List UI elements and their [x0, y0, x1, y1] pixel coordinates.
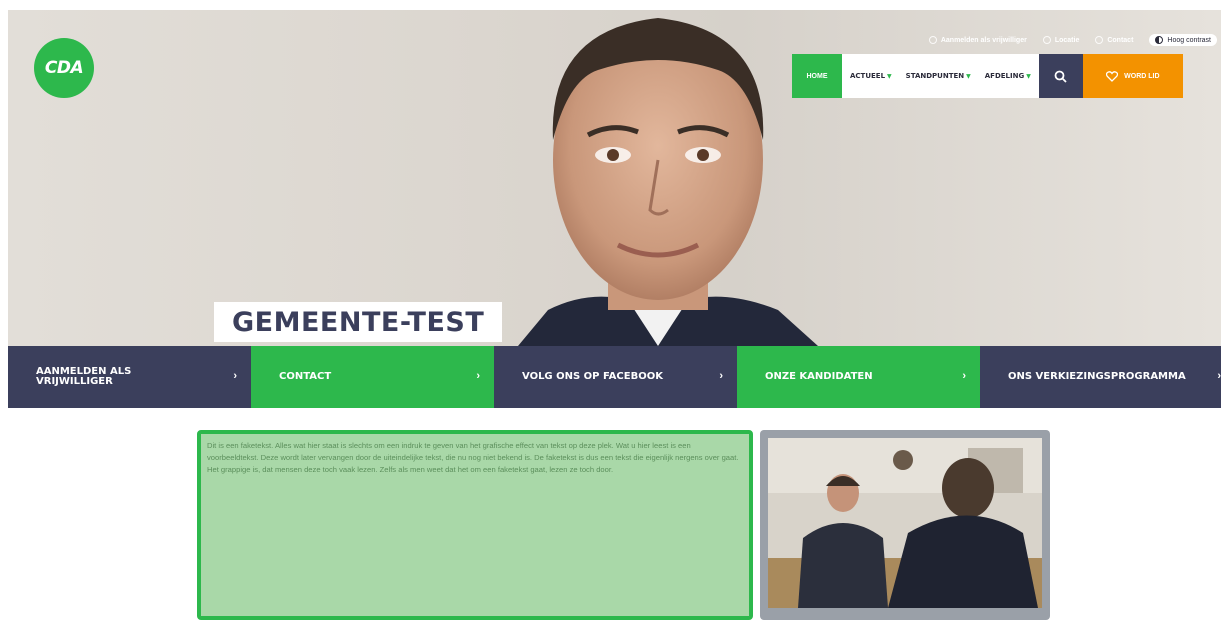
nav-afdeling[interactable]: AFDELING ▼ — [985, 72, 1031, 80]
nav-actueel[interactable]: ACTUEEL ▼ — [850, 72, 892, 80]
contrast-icon — [1155, 36, 1164, 44]
nav-actueel-label: ACTUEEL — [850, 72, 886, 80]
chevron-right-icon: › — [719, 370, 723, 382]
location-link[interactable]: Locatie — [1042, 36, 1080, 44]
search-button[interactable] — [1038, 54, 1083, 98]
tile-volunteer[interactable]: AANMELDEN ALS VRIJWILLIGER › — [8, 346, 251, 408]
chevron-down-icon: ▼ — [966, 72, 971, 80]
nav-home-label: HOME — [806, 72, 828, 80]
nav-menu-group: ACTUEEL ▼ STANDPUNTEN ▼ AFDELING ▼ — [842, 54, 1039, 98]
hero-portrait-image — [518, 18, 818, 346]
tile-contact[interactable]: CONTACT › — [251, 346, 494, 408]
tile-program[interactable]: ONS VERKIEZINGSPROGRAMMA › — [980, 346, 1221, 408]
tile-facebook[interactable]: VOLG ONS OP FACEBOOK › — [494, 346, 737, 408]
contact-link[interactable]: Contact — [1095, 36, 1133, 44]
location-pin-icon — [1042, 36, 1051, 44]
chevron-right-icon: › — [1217, 370, 1221, 382]
interview-photo — [768, 438, 1042, 608]
word-lid-label: WORD LID — [1124, 72, 1160, 80]
chevron-down-icon: ▼ — [1026, 72, 1031, 80]
heart-icon — [1106, 70, 1119, 82]
word-lid-button[interactable]: WORD LID — [1082, 54, 1183, 98]
hero-banner: CDA Aanmelden als vrijwilliger Locatie C… — [8, 10, 1221, 346]
volunteer-link-label: Aanmelden als vrijwilliger — [940, 36, 1027, 44]
main-navigation: HOME ACTUEEL ▼ STANDPUNTEN ▼ AFDELING ▼ WOR… — [792, 54, 1183, 98]
tile-label: CONTACT — [279, 371, 332, 382]
phone-icon — [1095, 36, 1104, 44]
contact-link-label: Contact — [1107, 36, 1134, 44]
tile-candidates[interactable]: ONZE KANDIDATEN › — [737, 346, 980, 408]
content-image-frame — [760, 430, 1050, 620]
utility-bar: Aanmelden als vrijwilliger Locatie Conta… — [928, 32, 1217, 48]
tile-label: ONS VERKIEZINGSPROGRAMMA — [1008, 371, 1186, 382]
high-contrast-label: Hoog contrast — [1167, 36, 1211, 44]
tile-label: AANMELDEN ALS VRIJWILLIGER — [36, 366, 132, 387]
nav-afdeling-label: AFDELING — [984, 72, 1025, 80]
cda-logo[interactable]: CDA — [34, 38, 94, 98]
logo-text: CDA — [44, 58, 84, 78]
nav-home[interactable]: HOME — [792, 54, 842, 98]
tile-label: VOLG ONS OP FACEBOOK — [522, 371, 663, 382]
page-title: GEMEENTE-TEST — [214, 302, 503, 342]
volunteer-link[interactable]: Aanmelden als vrijwilliger — [928, 36, 1027, 44]
chevron-right-icon: › — [233, 370, 237, 382]
nav-standpunten-label: STANDPUNTEN — [905, 72, 965, 80]
content-text-block: Dit is een faketekst. Alles wat hier sta… — [197, 430, 753, 620]
chevron-down-icon: ▼ — [887, 72, 892, 80]
nav-standpunten[interactable]: STANDPUNTEN ▼ — [906, 72, 971, 80]
search-icon — [1054, 70, 1067, 83]
tile-label: ONZE KANDIDATEN — [765, 371, 873, 382]
content-paragraph: Dit is een faketekst. Alles wat hier sta… — [207, 441, 739, 474]
chevron-right-icon: › — [962, 370, 966, 382]
high-contrast-toggle[interactable]: Hoog contrast — [1149, 34, 1217, 46]
location-link-label: Locatie — [1054, 36, 1080, 44]
chevron-right-icon: › — [476, 370, 480, 382]
quick-links-bar: AANMELDEN ALS VRIJWILLIGER › CONTACT › V… — [8, 346, 1221, 408]
person-icon — [928, 36, 937, 44]
